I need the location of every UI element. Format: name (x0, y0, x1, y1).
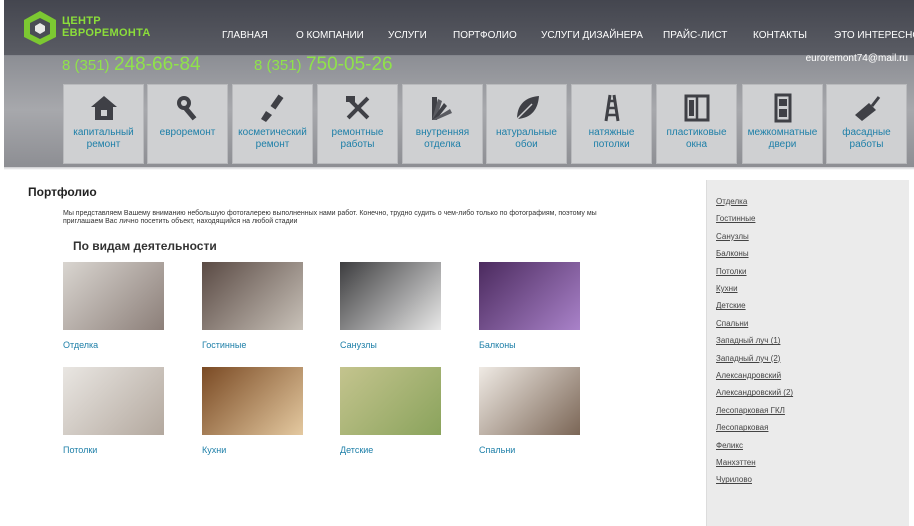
leaf-icon (515, 96, 539, 120)
sidebar-link[interactable]: Кухни (716, 284, 738, 293)
service-tile-cosmetic-repair[interactable]: косметический ремонт (232, 84, 313, 164)
intro-text: Мы представляем Вашему вниманию небольшу… (63, 210, 597, 225)
email-link[interactable]: euroremont74@mail.ru (806, 53, 908, 64)
gallery-thumb[interactable] (63, 262, 164, 330)
service-label: натуральные обои (496, 127, 557, 150)
top-bar: ЦЕНТР ЕВРОРЕМОНТА ГЛАВНАЯ О КОМПАНИИ УСЛ… (4, 0, 914, 55)
sidebar-link[interactable]: Феликс (716, 441, 743, 450)
nav-interesting[interactable]: ЭТО ИНТЕРЕСНО (834, 30, 914, 41)
sidebar-link[interactable]: Лесопарковая ГКЛ (716, 406, 785, 415)
main-nav: ГЛАВНАЯ О КОМПАНИИ УСЛУГИ ПОРТФОЛИО УСЛУ… (4, 30, 914, 44)
service-label: межкомнатные двери (747, 127, 818, 150)
nav-contacts[interactable]: КОНТАКТЫ (753, 30, 807, 41)
sidebar-link[interactable]: Западный луч (2) (716, 354, 780, 363)
gallery-thumb[interactable] (479, 367, 580, 435)
sidebar-link[interactable]: Александровский (716, 371, 781, 380)
service-label: капитальный ремонт (73, 127, 134, 150)
nav-portfolio[interactable]: ПОРТФОЛИО (453, 30, 517, 41)
door-icon (774, 93, 791, 123)
sidebar-link[interactable]: Детские (716, 301, 746, 310)
nav-services[interactable]: УСЛУГИ (388, 30, 427, 41)
paint-brush-icon (260, 94, 283, 122)
phone-2-code: 8 (351) (254, 57, 302, 74)
gallery-label[interactable]: Кухни (202, 445, 226, 455)
nav-home[interactable]: ГЛАВНАЯ (222, 30, 268, 41)
sidebar-link[interactable]: Западный луч (1) (716, 336, 780, 345)
swatch-fan-icon (431, 97, 452, 120)
gallery-label[interactable]: Отделка (63, 340, 98, 350)
section-title: По видам деятельности (73, 239, 217, 253)
brand-line-1: ЦЕНТР (62, 15, 101, 27)
window-icon (684, 94, 709, 122)
house-icon (90, 96, 117, 120)
gallery-thumb[interactable] (202, 262, 303, 330)
gallery-label[interactable]: Детские (340, 445, 373, 455)
gallery-thumb[interactable] (63, 367, 164, 435)
sidebar-link[interactable]: Отделка (716, 197, 747, 206)
sidebar-link[interactable]: Лесопарковая (716, 423, 768, 432)
header-shadow (4, 167, 914, 170)
service-tile-interior-doors[interactable]: межкомнатные двери (742, 84, 823, 164)
gallery-thumb[interactable] (202, 367, 303, 435)
sidebar-link[interactable]: Гостинные (716, 214, 755, 223)
service-tile-plastic-windows[interactable]: пластиковые окна (656, 84, 737, 164)
gallery-label[interactable]: Потолки (63, 445, 97, 455)
gallery-label[interactable]: Спальни (479, 445, 515, 455)
phone-1: 8 (351) 248-66-84 (62, 54, 201, 76)
service-tile-facade-works[interactable]: фасадные работы (826, 84, 907, 164)
site-header: ЦЕНТР ЕВРОРЕМОНТА ГЛАВНАЯ О КОМПАНИИ УСЛ… (4, 0, 914, 167)
service-tile-natural-wallpaper[interactable]: натуральные обои (486, 84, 567, 164)
phone-2-number: 750-05-26 (305, 54, 393, 75)
service-tile-repair-works[interactable]: ремонтные работы (317, 84, 398, 164)
gallery-label[interactable]: Балконы (479, 340, 516, 350)
ladder-icon (604, 94, 619, 122)
service-tile-stretch-ceilings[interactable]: натяжные потолки (571, 84, 652, 164)
phone-2: 8 (351) 750-05-26 (254, 54, 393, 76)
service-label: косметический ремонт (238, 127, 307, 150)
service-label: евроремонт (159, 127, 216, 138)
sidebar: Отделка Гостинные Санузлы Балконы Потолки Кух… (706, 180, 909, 526)
wrench-tools-icon (176, 96, 196, 121)
trowel-icon (854, 96, 880, 121)
gallery-thumb[interactable] (340, 262, 441, 330)
service-label: пластиковые окна (666, 127, 727, 150)
sidebar-link[interactable]: Балконы (716, 249, 749, 258)
sidebar-link[interactable]: Александровский (2) (716, 388, 793, 397)
nav-about[interactable]: О КОМПАНИИ (296, 30, 364, 41)
gallery-label[interactable]: Гостинные (202, 340, 246, 350)
service-label: натяжные потолки (588, 127, 635, 150)
sidebar-link[interactable]: Санузлы (716, 232, 749, 241)
sidebar-link[interactable]: Спальни (716, 319, 748, 328)
service-label: фасадные работы (842, 127, 891, 150)
service-tile-capital-repair[interactable]: капитальный ремонт (63, 84, 144, 164)
phone-1-number: 248-66-84 (113, 54, 201, 75)
service-tile-euro-repair[interactable]: евроремонт (147, 84, 228, 164)
hammer-wrench-icon (345, 96, 369, 120)
phone-1-code: 8 (351) (62, 57, 110, 74)
nav-price-list[interactable]: ПРАЙС-ЛИСТ (663, 30, 727, 41)
service-label: ремонтные работы (331, 127, 384, 150)
nav-designer-services[interactable]: УСЛУГИ ДИЗАЙНЕРА (541, 30, 643, 41)
gallery-thumb[interactable] (479, 262, 580, 330)
sidebar-link[interactable]: Манхэттен (716, 458, 756, 467)
gallery-label[interactable]: Санузлы (340, 340, 377, 350)
gallery-thumb[interactable] (340, 367, 441, 435)
service-label: внутренняя отделка (415, 127, 470, 150)
sidebar-link[interactable]: Чурилово (716, 475, 752, 484)
page-title: Портфолио (28, 185, 97, 199)
service-tile-interior-finish[interactable]: внутренняя отделка (402, 84, 483, 164)
sidebar-link[interactable]: Потолки (716, 267, 747, 276)
